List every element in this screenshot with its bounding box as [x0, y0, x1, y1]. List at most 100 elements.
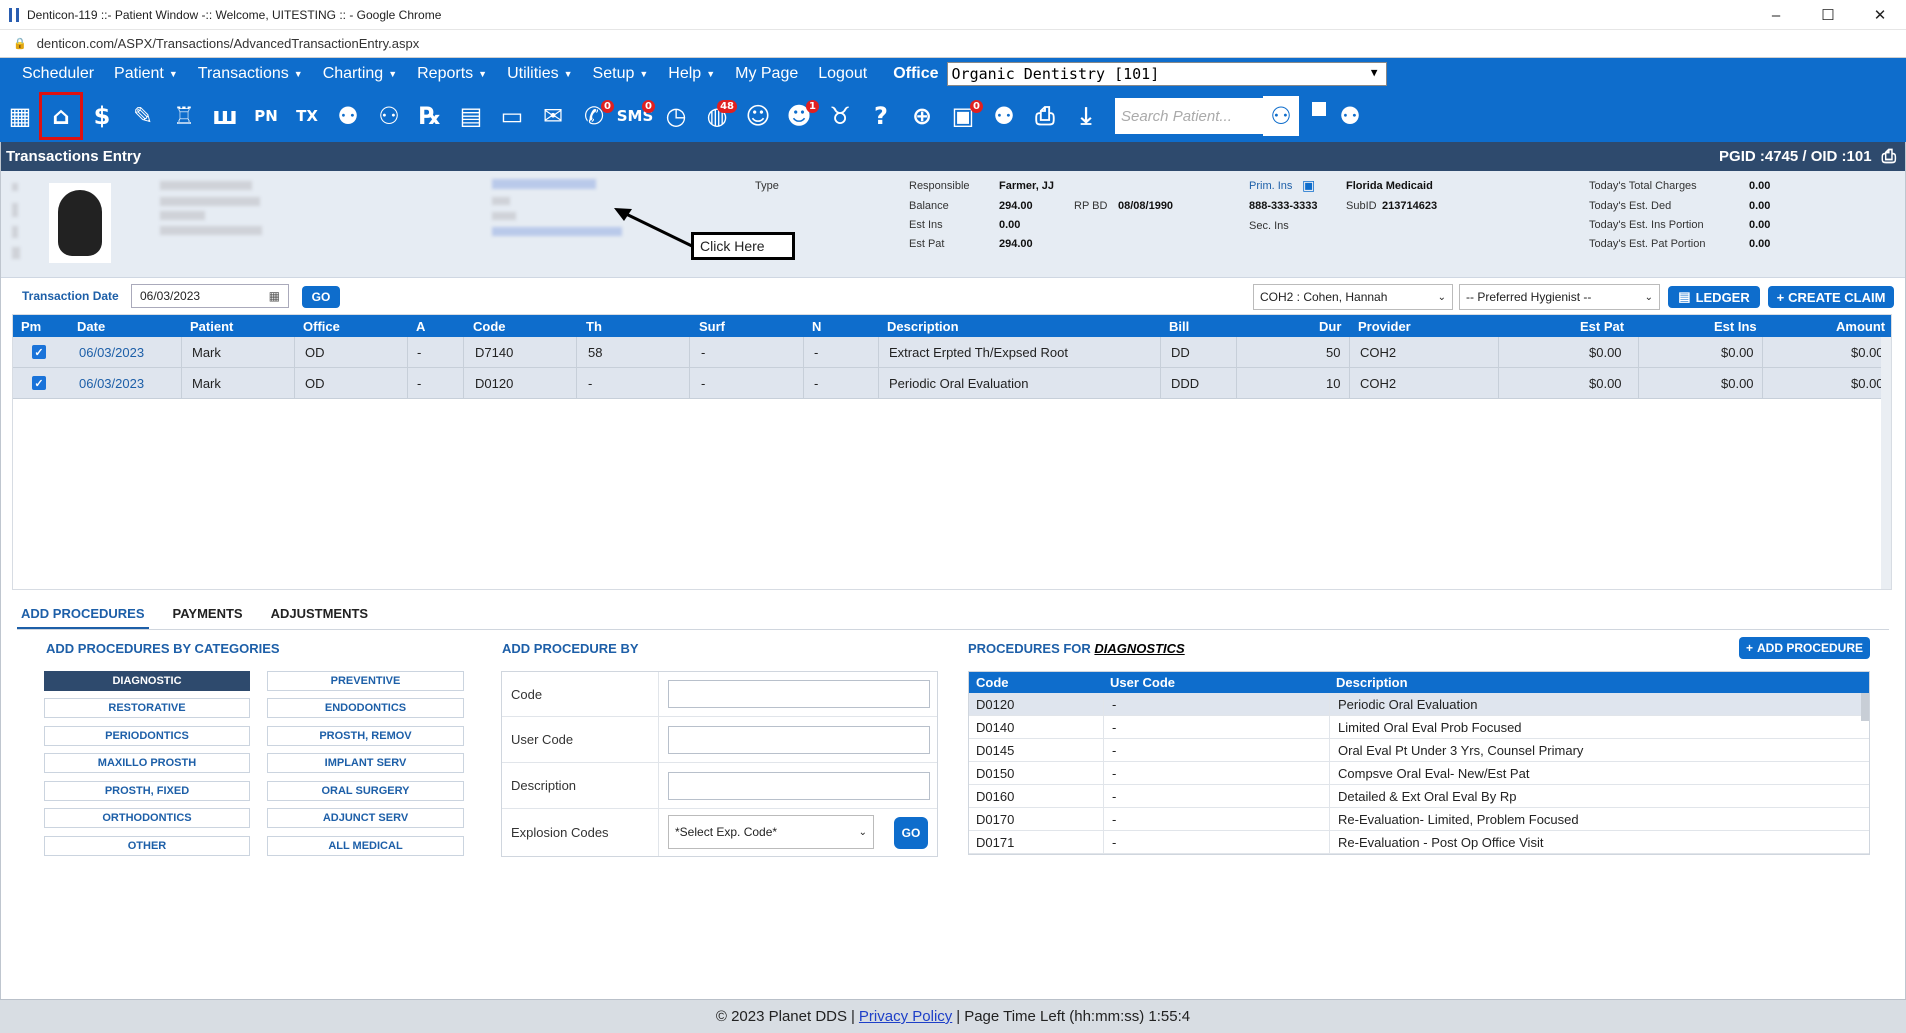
- provider-select[interactable]: COH2 : Cohen, Hannah ⌄: [1253, 284, 1453, 310]
- prescription-icon[interactable]: ℞: [412, 96, 448, 136]
- category-preventive[interactable]: PREVENTIVE: [267, 671, 464, 691]
- add-family-icon[interactable]: ⚇: [371, 96, 407, 136]
- home-icon[interactable]: ⌂: [39, 92, 83, 140]
- clock-icon[interactable]: ◷: [658, 96, 694, 136]
- alert-user-icon[interactable]: ☻ 1: [781, 96, 819, 136]
- tooth-icon[interactable]: ♉: [822, 96, 858, 136]
- row-date-link[interactable]: 06/03/2023: [79, 345, 144, 360]
- printer-icon[interactable]: ⎙: [1027, 96, 1063, 136]
- patient-photo[interactable]: [49, 183, 111, 263]
- url-text[interactable]: denticon.com/ASPX/Transactions/AdvancedT…: [37, 36, 419, 51]
- col-pm[interactable]: Pm: [21, 319, 41, 334]
- category-prosth-fixed[interactable]: PROSTH, FIXED: [44, 781, 250, 801]
- category-other[interactable]: OTHER: [44, 836, 250, 856]
- col-est-ins[interactable]: Est Ins: [1714, 319, 1757, 334]
- list-item[interactable]: D0145 - Oral Eval Pt Under 3 Yrs, Counsel …: [969, 739, 1869, 762]
- list-item[interactable]: D0170 - Re-Evaluation- Limited, Problem Fo…: [969, 808, 1869, 831]
- tooth-chart-icon[interactable]: ♖: [166, 96, 202, 136]
- list-item[interactable]: D0160 - Detailed & Ext Oral Eval By Rp: [969, 785, 1869, 808]
- user-search-icon[interactable]: ⚇: [1263, 96, 1299, 136]
- close-icon[interactable]: ✕: [1854, 0, 1906, 30]
- menu-utilities[interactable]: Utilities ▼: [497, 65, 582, 83]
- menu-help[interactable]: Help ▼: [658, 65, 725, 83]
- col-code[interactable]: Code: [473, 319, 506, 334]
- explosion-code-select[interactable]: *Select Exp. Code* ⌄: [668, 815, 874, 849]
- user-code-input[interactable]: [668, 726, 930, 754]
- menu-reports[interactable]: Reports ▼: [407, 65, 497, 83]
- category-implant-serv[interactable]: IMPLANT SERV: [267, 753, 464, 773]
- treatment-icon[interactable]: TX: [289, 96, 325, 136]
- privacy-policy-link[interactable]: Privacy Policy: [859, 1008, 952, 1025]
- category-orthodontics[interactable]: ORTHODONTICS: [44, 808, 250, 828]
- hygienist-select[interactable]: -- Preferred Hygienist -- ⌄: [1459, 284, 1660, 310]
- treatment-plan-icon[interactable]: ✎: [125, 96, 161, 136]
- table-row[interactable]: ✓ 06/03/2023 Mark OD - D7140 58 - - Extr…: [13, 337, 1891, 368]
- col-provider[interactable]: Provider: [1358, 319, 1411, 334]
- col-description[interactable]: Description: [887, 319, 959, 334]
- ledger-button[interactable]: ▤ LEDGER: [1668, 286, 1760, 308]
- col-dur[interactable]: Dur: [1319, 319, 1341, 334]
- add-procedure-button[interactable]: + ADD PROCEDURE: [1739, 637, 1870, 659]
- print-icon[interactable]: ⎙: [1882, 146, 1896, 167]
- table-row[interactable]: ✓ 06/03/2023 Mark OD - D0120 - - - Perio…: [13, 368, 1891, 399]
- row-date-link[interactable]: 06/03/2023: [79, 376, 144, 391]
- menu-patient[interactable]: Patient ▼: [104, 65, 188, 83]
- list-item[interactable]: D0150 - Compsve Oral Eval- New/Est Pat: [969, 762, 1869, 785]
- forms-icon[interactable]: ▣ 0: [945, 96, 983, 136]
- col-est-pat[interactable]: Est Pat: [1580, 319, 1624, 334]
- col-a[interactable]: A: [416, 319, 425, 334]
- calendar-icon[interactable]: ▦: [269, 289, 280, 303]
- office-select[interactable]: Organic Dentistry [101] ▼: [946, 62, 1387, 86]
- row-checkbox[interactable]: ✓: [32, 376, 46, 390]
- sms-icon[interactable]: SMS 0: [617, 96, 655, 136]
- help-icon[interactable]: ?: [863, 96, 899, 136]
- grid-scrollbar[interactable]: [1881, 337, 1891, 589]
- calendar-icon[interactable]: ▦: [2, 96, 38, 136]
- category-diagnostic[interactable]: DIAGNOSTIC: [44, 671, 250, 691]
- go-button[interactable]: GO: [302, 286, 340, 308]
- list-item[interactable]: D0120 - Periodic Oral Evaluation: [969, 693, 1869, 716]
- col-surf[interactable]: Surf: [699, 319, 725, 334]
- menu-setup[interactable]: Setup ▼: [583, 65, 659, 83]
- group-search-icon[interactable]: ⚉: [1332, 96, 1368, 136]
- category-restorative[interactable]: RESTORATIVE: [44, 698, 250, 718]
- code-input[interactable]: [668, 680, 930, 708]
- category-adjunct-serv[interactable]: ADJUNCT SERV: [267, 808, 464, 828]
- col-office[interactable]: Office: [303, 319, 340, 334]
- list-item[interactable]: D0171 - Re-Evaluation - Post Op Office Vis…: [969, 831, 1869, 854]
- procedures-scrollbar[interactable]: [1861, 693, 1869, 721]
- transaction-date-input[interactable]: 06/03/2023 ▦: [131, 284, 289, 308]
- search-patient-input[interactable]: Search Patient...: [1115, 98, 1263, 134]
- category-oral-surgery[interactable]: ORAL SURGERY: [267, 781, 464, 801]
- category-maxillo-prosth[interactable]: MAXILLO PROSTH: [44, 753, 250, 773]
- col-bill[interactable]: Bill: [1169, 319, 1189, 334]
- menu-transactions[interactable]: Transactions ▼: [188, 65, 313, 83]
- notes-icon[interactable]: ▤: [453, 96, 489, 136]
- category-periodontics[interactable]: PERIODONTICS: [44, 726, 250, 746]
- add-patient-icon[interactable]: ⚉: [330, 96, 366, 136]
- col-date[interactable]: Date: [77, 319, 105, 334]
- message-icon[interactable]: ✆ 0: [576, 96, 614, 136]
- row-checkbox[interactable]: ✓: [32, 345, 46, 359]
- menu-charting[interactable]: Charting ▼: [313, 65, 407, 83]
- tab-add-procedures[interactable]: ADD PROCEDURES: [17, 600, 149, 630]
- progress-notes-icon[interactable]: PN: [248, 96, 284, 136]
- maximize-icon[interactable]: ☐: [1802, 0, 1854, 30]
- insurance-card-icon[interactable]: ▣: [1302, 177, 1315, 194]
- menu-scheduler[interactable]: Scheduler: [12, 65, 104, 83]
- list-item[interactable]: D0140 - Limited Oral Eval Prob Focused: [969, 716, 1869, 739]
- col-n[interactable]: N: [812, 319, 821, 334]
- dollar-icon[interactable]: $: [84, 96, 120, 136]
- globe-icon[interactable]: ◍ 48: [699, 96, 737, 136]
- prim-ins-link[interactable]: Prim. Ins: [1249, 180, 1292, 192]
- team-icon[interactable]: ☺: [740, 96, 776, 136]
- address-bar[interactable]: 🔒 denticon.com/ASPX/Transactions/Advance…: [0, 30, 1906, 58]
- minimize-icon[interactable]: –: [1750, 0, 1802, 30]
- menu-logout[interactable]: Logout: [808, 65, 877, 83]
- col-th[interactable]: Th: [586, 319, 602, 334]
- envelope-icon[interactable]: ✉: [535, 96, 571, 136]
- tab-payments[interactable]: PAYMENTS: [169, 600, 247, 630]
- perio-icon[interactable]: ш: [207, 96, 243, 136]
- col-amount[interactable]: Amount: [1836, 319, 1885, 334]
- document-icon[interactable]: ▭: [494, 96, 530, 136]
